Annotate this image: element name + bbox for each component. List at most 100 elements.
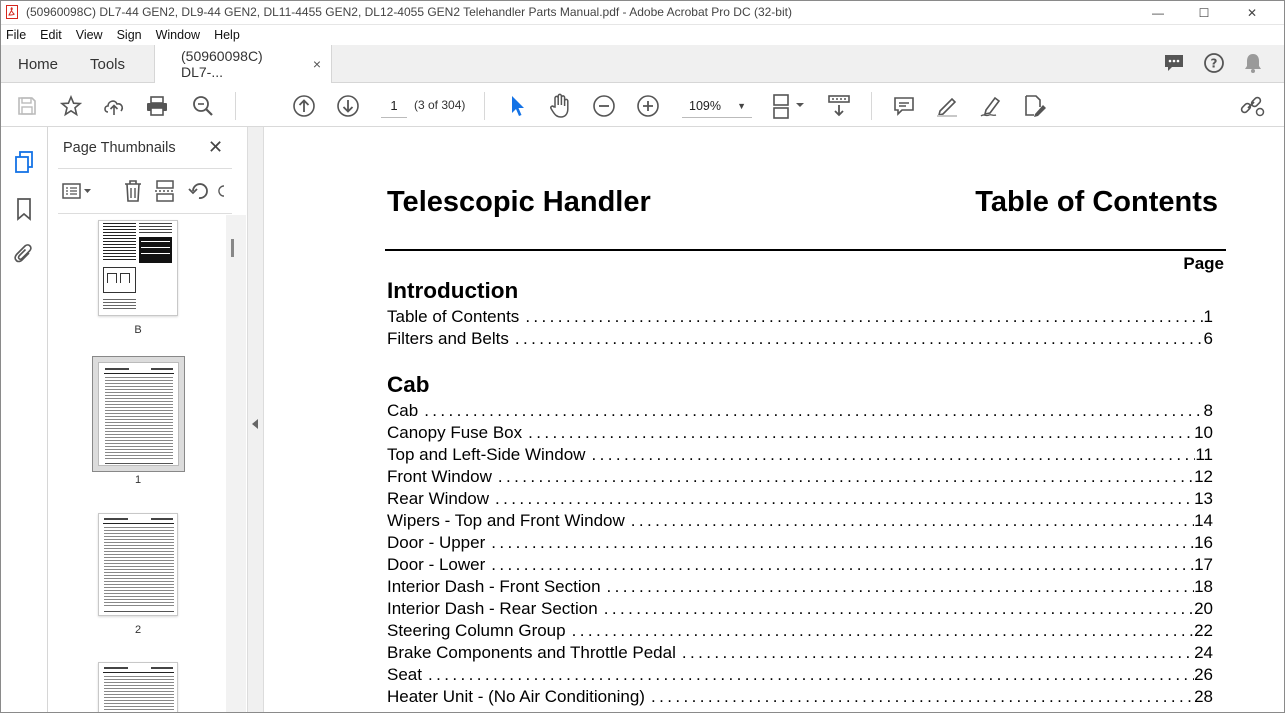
options-menu-icon[interactable]: [60, 177, 94, 205]
share-link-icon[interactable]: [1238, 92, 1266, 120]
dot-leader: ........................................…: [525, 307, 1203, 326]
tab-document-label: (50960098C) DL7-...: [181, 48, 263, 80]
minimize-button[interactable]: —: [1135, 0, 1181, 25]
fill-sign-icon[interactable]: [1021, 92, 1049, 120]
delete-trash-icon[interactable]: [120, 177, 146, 205]
header-rule: [385, 249, 1226, 251]
zoom-level-select[interactable]: 109% ▼: [682, 94, 752, 118]
select-cursor-icon[interactable]: [503, 92, 531, 120]
title-bar: (50960098C) DL7-44 GEN2, DL9-44 GEN2, DL…: [0, 0, 1285, 25]
page-thumbnail-1[interactable]: [92, 356, 185, 472]
menu-sign[interactable]: Sign: [117, 28, 142, 42]
rotate-clockwise-icon[interactable]: [216, 177, 232, 205]
thumbnail-toolbar: [60, 177, 240, 205]
previous-page-icon[interactable]: [290, 92, 318, 120]
zoom-level-value: 109%: [689, 99, 721, 113]
thumbnail-label: B: [134, 324, 142, 336]
thumbnail-scrollbar[interactable]: [226, 215, 246, 713]
hand-tool-icon[interactable]: [546, 92, 574, 120]
upload-cloud-icon[interactable]: [100, 92, 128, 120]
notifications-bell-icon[interactable]: [1243, 52, 1263, 77]
scrolling-mode-icon[interactable]: [825, 92, 853, 120]
toc-entry[interactable]: Wipers - Top and Front Window...........…: [387, 511, 1213, 533]
bookmarks-icon[interactable]: [10, 195, 38, 223]
document-left-title: Telescopic Handler: [387, 186, 651, 218]
close-panel-icon[interactable]: ✕: [208, 137, 223, 158]
save-icon[interactable]: [13, 92, 41, 120]
attachments-paperclip-icon[interactable]: [10, 241, 38, 269]
bookmark-star-icon[interactable]: [57, 92, 85, 120]
menu-file[interactable]: File: [6, 28, 26, 42]
tab-bar: Home Tools (50960098C) DL7-... × ?: [0, 45, 1285, 83]
main-toolbar: 1 (3 of 304) 109% ▼: [0, 84, 1285, 127]
tab-close-icon[interactable]: ×: [313, 56, 321, 72]
page-number-input[interactable]: 1: [381, 94, 407, 118]
pdf-page: Telescopic Handler Table of Contents Pag…: [265, 127, 1285, 713]
collapse-arrow-icon: [252, 419, 258, 429]
panel-title: Page Thumbnails: [63, 140, 176, 156]
document-right-title: Table of Contents: [975, 186, 1218, 218]
toc-entry[interactable]: Door - Lower............................…: [387, 555, 1213, 577]
maximize-button[interactable]: ☐: [1181, 0, 1227, 25]
thumbnail-label: 1: [134, 474, 142, 486]
close-window-button[interactable]: ✕: [1229, 0, 1275, 25]
help-icon[interactable]: ?: [1203, 52, 1225, 77]
toc-entry[interactable]: Top and Left-Side Window................…: [387, 445, 1213, 467]
menu-window[interactable]: Window: [156, 28, 200, 42]
zoom-out-icon[interactable]: [590, 92, 618, 120]
toc-entry[interactable]: Steering Column Group...................…: [387, 621, 1213, 643]
section-heading: Introduction: [387, 278, 519, 303]
rotate-counterclockwise-icon[interactable]: [186, 177, 212, 205]
toc-entry[interactable]: Cab.....................................…: [387, 401, 1213, 423]
dot-leader: ........................................…: [497, 467, 1194, 486]
comments-icon[interactable]: [1163, 53, 1185, 76]
toc-entry[interactable]: Heater Unit - (No Air Conditioning).....…: [387, 687, 1213, 709]
document-view[interactable]: Telescopic Handler Table of Contents Pag…: [265, 127, 1285, 713]
page-thumbnails-icon[interactable]: [10, 148, 38, 176]
dot-leader: ........................................…: [606, 577, 1195, 596]
menu-edit[interactable]: Edit: [40, 28, 62, 42]
highlight-pen-icon[interactable]: [933, 92, 961, 120]
page-thumbnail-3[interactable]: [98, 662, 178, 713]
chevron-down-icon: ▼: [737, 101, 746, 111]
toc-entry[interactable]: Rear Window.............................…: [387, 489, 1213, 511]
page-column-header: Page: [1183, 254, 1224, 273]
sign-pen-icon[interactable]: [977, 92, 1005, 120]
dot-leader: ........................................…: [495, 489, 1195, 508]
dot-leader: ........................................…: [591, 445, 1196, 464]
thumbnail-scroll-thumb[interactable]: [231, 239, 234, 257]
dot-leader: ........................................…: [424, 401, 1204, 420]
dot-leader: ........................................…: [491, 555, 1195, 574]
dot-leader: ........................................…: [630, 511, 1194, 530]
tab-tools[interactable]: Tools: [90, 45, 125, 83]
zoom-in-icon[interactable]: [634, 92, 662, 120]
toc-entry[interactable]: Filters and Belts.......................…: [387, 329, 1213, 351]
toc-entry[interactable]: Interior Dash - Rear Section............…: [387, 599, 1213, 621]
extract-pages-icon[interactable]: [152, 177, 178, 205]
page-thumbnail-b[interactable]: [98, 220, 178, 316]
comment-icon[interactable]: [890, 92, 918, 120]
toc-entry[interactable]: Interior Dash - Front Section...........…: [387, 577, 1213, 599]
panel-collapse-bar[interactable]: [247, 127, 264, 713]
next-page-icon[interactable]: [334, 92, 362, 120]
window-title: (50960098C) DL7-44 GEN2, DL9-44 GEN2, DL…: [26, 5, 792, 19]
tab-document[interactable]: (50960098C) DL7-... ×: [154, 45, 332, 83]
toc-entry[interactable]: Canopy Fuse Box.........................…: [387, 423, 1213, 445]
toc-entry[interactable]: Front Window............................…: [387, 467, 1213, 489]
toc-entry[interactable]: Seat....................................…: [387, 665, 1213, 687]
menu-view[interactable]: View: [76, 28, 103, 42]
zoom-search-icon[interactable]: [189, 92, 217, 120]
page-count-label: (3 of 304): [414, 98, 466, 112]
print-icon[interactable]: [143, 92, 171, 120]
tab-home[interactable]: Home: [18, 45, 58, 83]
dot-leader: ........................................…: [650, 687, 1194, 706]
toc-entry[interactable]: Table of Contents.......................…: [387, 307, 1213, 329]
page-display-icon[interactable]: [770, 92, 806, 120]
page-thumbnails-panel: Page Thumbnails ✕ B 1 2: [48, 127, 247, 713]
toc-entry[interactable]: Door - Upper............................…: [387, 533, 1213, 555]
toc-entry[interactable]: Brake Components and Throttle Pedal.....…: [387, 643, 1213, 665]
dot-leader: ........................................…: [427, 665, 1195, 684]
menu-help[interactable]: Help: [214, 28, 240, 42]
navigation-rail: [0, 127, 48, 713]
page-thumbnail-2[interactable]: [98, 513, 178, 616]
